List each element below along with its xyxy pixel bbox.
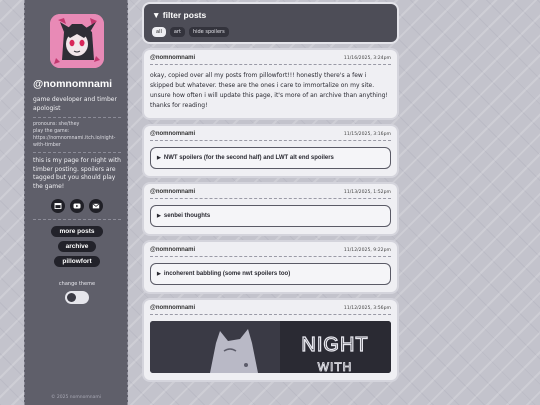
disclosure-triangle-icon: ▶ <box>157 213 161 219</box>
disclosure-triangle-icon: ▶ <box>157 271 161 277</box>
social-icons <box>33 199 121 213</box>
game-link[interactable]: https://nomnomnami.itch.io/night-with-ti… <box>33 135 121 149</box>
home-icon[interactable] <box>51 199 65 213</box>
post-header: @nomnomnami 11/12/2025, 9:22pm <box>150 247 391 257</box>
profile-meta: pronouns: she/they play the game: https:… <box>33 117 121 153</box>
post-header: @nomnomnami 11/16/2025, 3:24pm <box>150 55 391 65</box>
post-author[interactable]: @nomnomnami <box>150 189 195 195</box>
toggle-knob <box>67 293 76 302</box>
post-author[interactable]: @nomnomnami <box>150 55 195 61</box>
filter-panel: ▼ filter posts all art hide spoilers <box>144 4 397 42</box>
post-header: @nomnomnami 11/13/2025, 1:52pm <box>150 189 391 199</box>
post-card: @nomnomnami 11/15/2025, 3:16pm ▶ NWT spoi… <box>144 126 397 176</box>
post-card: @nomnomnami 11/12/2025, 3:56pm NIGHT WIT… <box>144 300 397 380</box>
sidebar: @nomnomnami game developer and timber ap… <box>24 0 128 405</box>
mail-icon[interactable] <box>89 199 103 213</box>
more-posts-button[interactable]: more posts <box>51 226 103 237</box>
theme-label: change theme <box>58 281 96 287</box>
post-image[interactable]: NIGHT WITH <box>150 321 391 373</box>
theme-toggle[interactable] <box>65 291 89 304</box>
avatar <box>50 14 104 68</box>
post-author[interactable]: @nomnomnami <box>150 131 195 137</box>
profile-handle: @nomnomnami <box>33 78 113 90</box>
post-body: okay, copied over all my posts from pill… <box>150 72 388 109</box>
post-card: @nomnomnami 11/16/2025, 3:24pm okay, cop… <box>144 50 397 118</box>
spoiler-summary: NWT spoilers (for the second half) and L… <box>163 155 334 161</box>
sidebar-nav: more posts archive pillowfort <box>33 219 121 267</box>
profile-bio: game developer and timber apologist <box>33 96 117 112</box>
pillowfort-button[interactable]: pillowfort <box>54 256 100 267</box>
post-date: 11/15/2025, 3:16pm <box>343 132 391 137</box>
post-card: @nomnomnami 11/12/2025, 9:22pm ▶ incohere… <box>144 242 397 292</box>
post-date: 11/13/2025, 1:52pm <box>343 190 391 195</box>
disclosure-triangle-icon: ▶ <box>157 155 161 161</box>
spoiler-details[interactable]: ▶ senbei thoughts <box>150 205 391 227</box>
filter-chip-art[interactable]: art <box>169 27 185 37</box>
copyright: © 2025 nomnomnami <box>50 395 102 400</box>
post-card: @nomnomnami 11/13/2025, 1:52pm ▶ senbei t… <box>144 184 397 234</box>
spoiler-summary: senbei thoughts <box>163 213 211 219</box>
spoiler-details[interactable]: ▶ incoherent babbling (some nwt spoilers … <box>150 263 391 285</box>
post-header: @nomnomnami 11/15/2025, 3:16pm <box>150 131 391 141</box>
filter-chip-hide-spoilers[interactable]: hide spoilers <box>188 27 229 37</box>
post-date: 11/12/2025, 3:56pm <box>343 306 391 311</box>
post-author[interactable]: @nomnomnami <box>150 305 195 311</box>
profile-about: this is my page for night with timber po… <box>33 157 121 190</box>
filter-toggle[interactable]: ▼ filter posts <box>152 10 389 20</box>
spoiler-details[interactable]: ▶ NWT spoilers (for the second half) and … <box>150 147 391 169</box>
archive-button[interactable]: archive <box>57 241 97 252</box>
youtube-icon[interactable] <box>70 199 84 213</box>
post-date: 11/12/2025, 9:22pm <box>343 248 391 253</box>
filter-chips: all art hide spoilers <box>152 27 389 37</box>
post-date: 11/16/2025, 3:24pm <box>343 56 391 61</box>
spoiler-summary: incoherent babbling (some nwt spoilers t… <box>163 271 291 277</box>
pronouns-text: pronouns: she/they <box>33 122 80 127</box>
post-header: @nomnomnami 11/12/2025, 3:56pm <box>150 305 391 315</box>
main-feed: ▼ filter posts all art hide spoilers @no… <box>144 4 397 388</box>
play-game-text: play the game: <box>33 129 70 134</box>
image-title-text: NIGHT <box>301 334 368 356</box>
post-author[interactable]: @nomnomnami <box>150 247 195 253</box>
image-subtitle-text: WITH <box>318 360 353 373</box>
filter-chip-all[interactable]: all <box>152 27 166 37</box>
